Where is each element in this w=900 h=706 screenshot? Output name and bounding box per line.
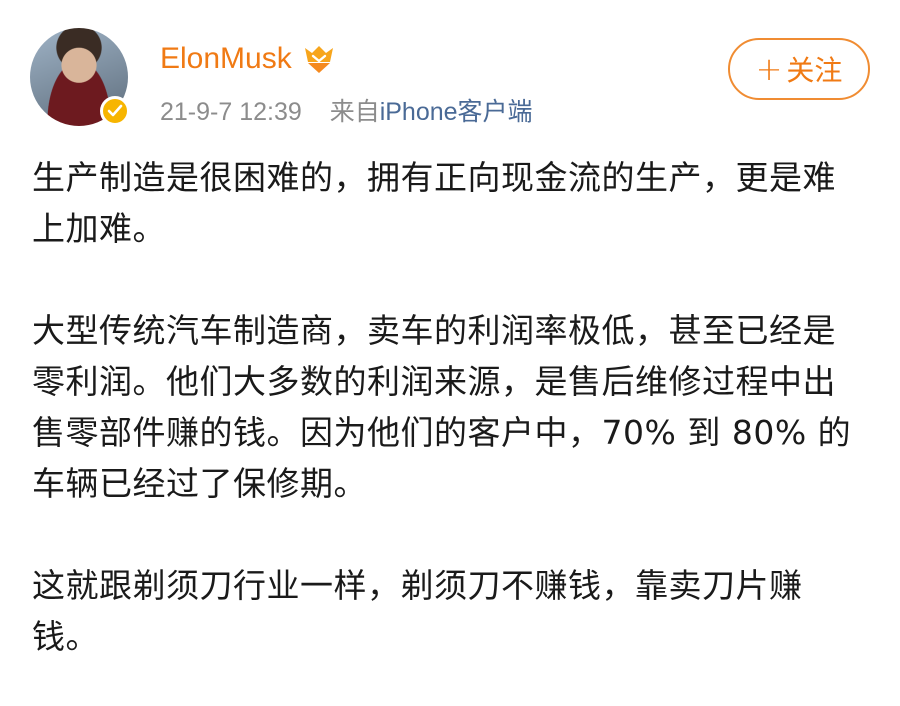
weibo-post: ElonMusk 21-9-7 12:39 来自iPhone客户端 + 关注 生…	[0, 0, 900, 706]
author-name[interactable]: ElonMusk	[160, 42, 292, 76]
post-paragraph-1: 生产制造是很困难的，拥有正向现金流的生产，更是难上加难。	[32, 158, 836, 248]
post-meta: 21-9-7 12:39 来自iPhone客户端	[160, 92, 533, 128]
plus-icon: +	[755, 50, 783, 88]
post-paragraph-3: 这就跟剃须刀行业一样，剃须刀不赚钱，靠卖刀片赚钱。	[32, 566, 803, 656]
verified-check-icon	[100, 96, 130, 126]
source-prefix: 来自	[329, 98, 380, 126]
vip-badge-icon	[304, 46, 333, 73]
avatar[interactable]	[30, 28, 130, 126]
author-name-row[interactable]: ElonMusk	[160, 42, 336, 76]
post-content: 生产制造是很困难的，拥有正向现金流的生产，更是难上加难。 大型传统汽车制造商，卖…	[32, 152, 852, 706]
follow-button[interactable]: + 关注	[728, 38, 870, 100]
post-paragraph-2: 大型传统汽车制造商，卖车的利润率极低，甚至已经是零利润。他们大多数的利润来源，是…	[32, 311, 852, 503]
source-link[interactable]: iPhone客户端	[380, 98, 533, 126]
follow-label: 关注	[786, 54, 843, 87]
timestamp: 21-9-7 12:39	[160, 98, 302, 126]
